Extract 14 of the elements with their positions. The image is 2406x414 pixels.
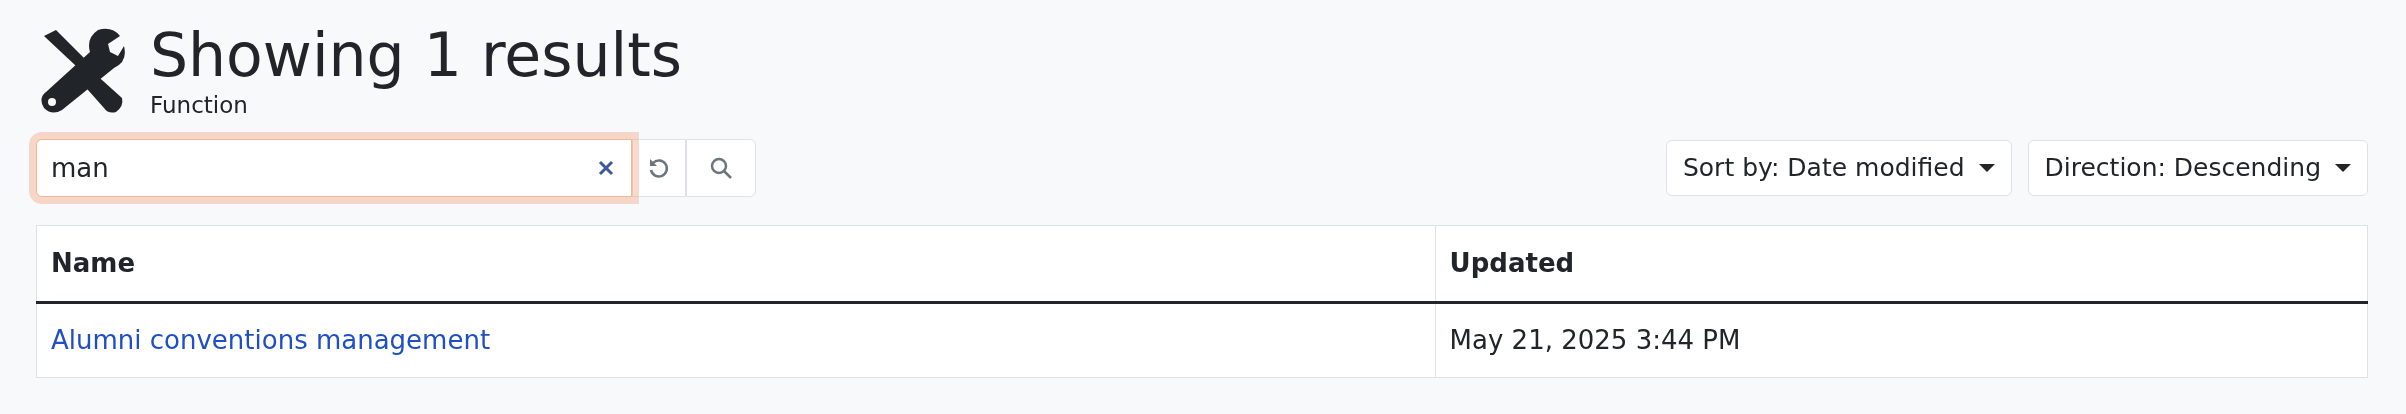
reset-button[interactable] bbox=[632, 138, 686, 197]
search-field[interactable]: man bbox=[36, 138, 632, 197]
column-header: Updated bbox=[1435, 225, 2368, 302]
reset-icon bbox=[648, 156, 670, 179]
sort-dropdown[interactable]: Sort by: Date modified bbox=[1665, 139, 2012, 196]
table-cell: May 21, 2025 3:44 PM bbox=[1435, 302, 2368, 377]
clear-icon[interactable] bbox=[598, 159, 614, 176]
search-icon bbox=[709, 155, 733, 180]
name-link[interactable]: Alumni conventions management bbox=[51, 324, 491, 355]
page-subtitle: Function bbox=[150, 91, 249, 120]
sort-dropdown[interactable]: Direction: Descending bbox=[2027, 139, 2368, 196]
search-button[interactable] bbox=[686, 138, 756, 197]
page-title: Showing 1 results bbox=[150, 22, 682, 88]
column-header: Name bbox=[36, 225, 1436, 302]
